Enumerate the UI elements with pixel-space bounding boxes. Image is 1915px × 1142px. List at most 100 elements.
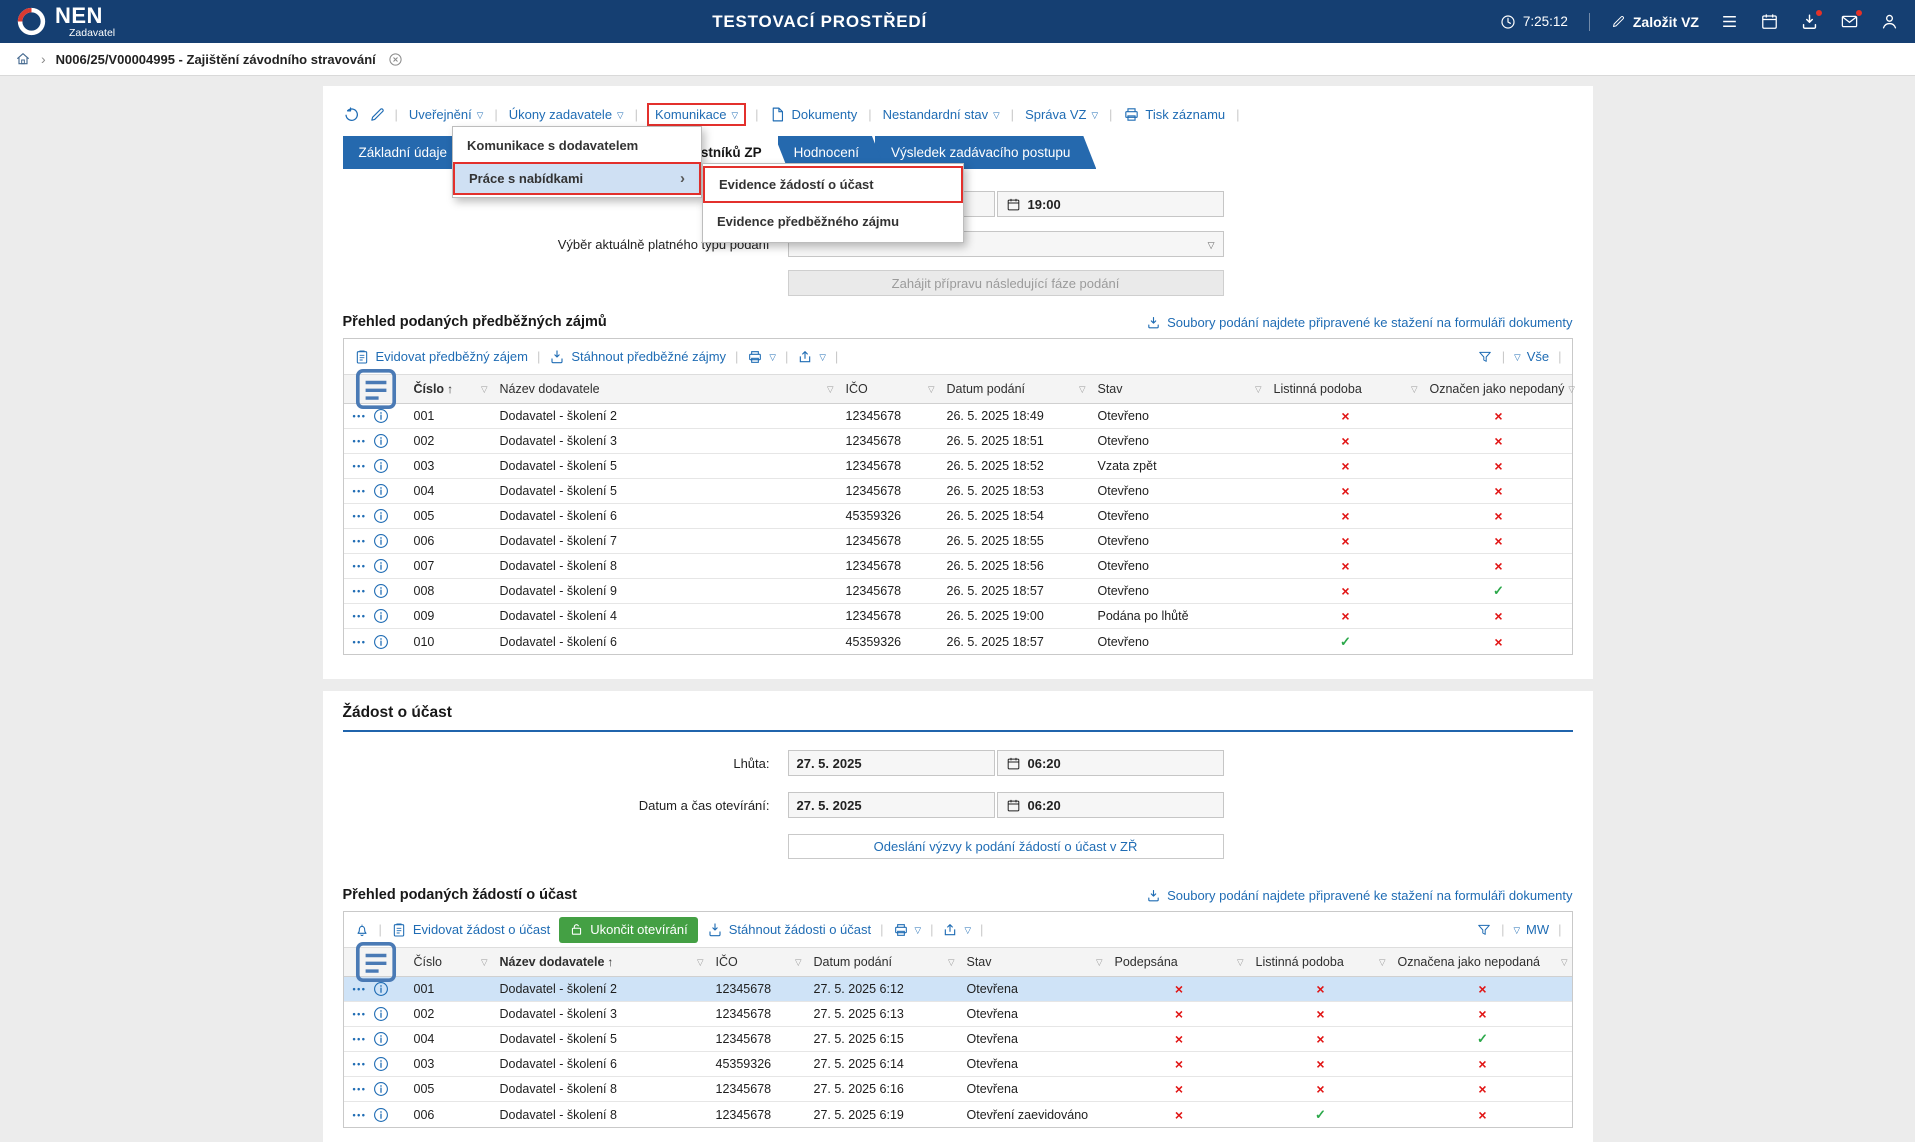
main-menu-button[interactable] — [1720, 12, 1739, 31]
export-grid-button[interactable]: ▽ — [942, 922, 971, 938]
stahnout-predbezne-zajmy-button[interactable]: Stáhnout předběžné zájmy — [549, 349, 726, 365]
row-menu-button[interactable]: ••• — [353, 411, 367, 421]
home-button[interactable] — [15, 51, 31, 67]
table-row[interactable]: •••002Dodavatel - školení 31234567827. 5… — [344, 1002, 1572, 1027]
column-header-oznacen-jako-nepodany[interactable]: Označen jako nepodaný▽ — [1424, 375, 1574, 403]
calendar-picker-icon[interactable] — [1006, 197, 1021, 212]
downloads-button[interactable] — [1800, 12, 1819, 31]
row-info-button[interactable] — [373, 408, 389, 424]
row-info-button[interactable] — [373, 1056, 389, 1072]
row-menu-button[interactable]: ••• — [353, 436, 367, 446]
row-menu-button[interactable]: ••• — [353, 486, 367, 496]
filter-icon[interactable] — [1477, 349, 1493, 365]
filter-caret-icon[interactable]: ▽ — [1564, 384, 1575, 395]
breadcrumb-close-button[interactable] — [388, 52, 403, 67]
row-info-button[interactable] — [373, 981, 389, 997]
evidovat-zadost-button[interactable]: Evidovat žádost o účast — [391, 922, 550, 938]
next-phase-button[interactable]: Zahájit přípravu následující fáze podání — [788, 270, 1224, 296]
requests-files-link[interactable]: Soubory podání najdete připravené ke sta… — [1146, 888, 1572, 903]
column-header-stav[interactable]: Stav▽ — [961, 948, 1109, 976]
column-header-ico[interactable]: IČO▽ — [840, 375, 941, 403]
table-row[interactable]: •••004Dodavatel - školení 51234567827. 5… — [344, 1027, 1572, 1052]
row-info-button[interactable] — [373, 533, 389, 549]
column-header-nazev-dodavatele[interactable]: Název dodavatele↑▽ — [494, 948, 710, 976]
table-row[interactable]: •••003Dodavatel - školení 64535932627. 5… — [344, 1052, 1572, 1077]
column-header-ico[interactable]: IČO▽ — [710, 948, 808, 976]
row-menu-button[interactable]: ••• — [353, 536, 367, 546]
view-select[interactable]: ▽ Vše — [1514, 349, 1549, 364]
row-menu-button[interactable]: ••• — [353, 1034, 367, 1044]
row-info-button[interactable] — [373, 483, 389, 499]
history-button[interactable] — [343, 106, 360, 123]
invite-button[interactable]: Odeslání výzvy k podání žádostí o účast … — [788, 834, 1224, 859]
row-menu-button[interactable]: ••• — [353, 637, 367, 647]
lhuta-date-input[interactable]: 27. 5. 2025 — [788, 750, 995, 776]
table-row[interactable]: •••004Dodavatel - školení 51234567826. 5… — [344, 479, 1572, 504]
table-row[interactable]: •••006Dodavatel - školení 71234567826. 5… — [344, 529, 1572, 554]
row-info-button[interactable] — [373, 458, 389, 474]
column-header-stav[interactable]: Stav▽ — [1092, 375, 1268, 403]
column-header-cislo[interactable]: Číslo↑▽ — [408, 375, 494, 403]
row-menu-button[interactable]: ••• — [353, 561, 367, 571]
row-info-button[interactable] — [373, 608, 389, 624]
column-chooser-icon[interactable] — [344, 948, 408, 976]
lhuta-time-input[interactable]: 06:20 — [997, 750, 1224, 776]
submenu-item-evidence-predbezneho-zajmu[interactable]: Evidence předběžného zájmu — [703, 203, 963, 240]
phase-deadline-time-input[interactable]: 19:00 — [997, 191, 1224, 217]
calendar-button[interactable] — [1760, 12, 1779, 31]
row-menu-button[interactable]: ••• — [353, 611, 367, 621]
filter-caret-icon[interactable]: ▽ — [1075, 384, 1086, 395]
filter-caret-icon[interactable]: ▽ — [477, 384, 488, 395]
edit-button[interactable] — [369, 106, 386, 123]
filter-caret-icon[interactable]: ▽ — [823, 384, 834, 395]
breadcrumb-record[interactable]: N006/25/V00004995 - Zajištění závodního … — [56, 52, 376, 67]
filter-caret-icon[interactable]: ▽ — [477, 957, 488, 968]
calendar-picker-icon[interactable] — [1006, 756, 1021, 771]
menu-item-komunikace-s-dodavatelem[interactable]: Komunikace s dodavatelem — [453, 129, 701, 162]
opening-date-input[interactable]: 27. 5. 2025 — [788, 792, 995, 818]
row-info-button[interactable] — [373, 558, 389, 574]
table-row[interactable]: •••002Dodavatel - školení 31234567826. 5… — [344, 429, 1572, 454]
filter-caret-icon[interactable]: ▽ — [693, 957, 704, 968]
messages-button[interactable] — [1840, 12, 1859, 31]
table-row[interactable]: •••010Dodavatel - školení 64535932626. 5… — [344, 629, 1572, 654]
toolbar-item-sprava-vz[interactable]: Správa VZ▽ — [1023, 104, 1100, 125]
export-grid-button[interactable]: ▽ — [797, 349, 826, 365]
row-info-button[interactable] — [373, 1006, 389, 1022]
row-menu-button[interactable]: ••• — [353, 1059, 367, 1069]
filter-icon[interactable] — [1476, 922, 1492, 938]
column-header-listinna-podoba[interactable]: Listinná podoba▽ — [1250, 948, 1392, 976]
row-menu-button[interactable]: ••• — [353, 586, 367, 596]
filter-caret-icon[interactable]: ▽ — [1375, 957, 1386, 968]
table-row[interactable]: •••001Dodavatel - školení 21234567826. 5… — [344, 404, 1572, 429]
table-row[interactable]: •••006Dodavatel - školení 81234567827. 5… — [344, 1102, 1572, 1127]
row-info-button[interactable] — [373, 583, 389, 599]
toolbar-item-dokumenty[interactable]: Dokumenty — [767, 103, 859, 126]
toolbar-item-uverejneni[interactable]: Uveřejnění▽ — [407, 104, 485, 125]
row-menu-button[interactable]: ••• — [353, 511, 367, 521]
column-header-podepsana[interactable]: Podepsána▽ — [1109, 948, 1250, 976]
row-info-button[interactable] — [373, 1031, 389, 1047]
toolbar-item-nestandardni-stav[interactable]: Nestandardní stav▽ — [881, 104, 1002, 125]
toolbar-item-tisk-zaznamu[interactable]: Tisk záznamu — [1121, 103, 1227, 126]
view-select[interactable]: ▽ MW — [1513, 922, 1549, 937]
toolbar-item-ukony-zadavatele[interactable]: Úkony zadavatele▽ — [507, 104, 626, 125]
column-header-datum-podani[interactable]: Datum podání▽ — [941, 375, 1092, 403]
column-chooser-icon[interactable] — [344, 375, 408, 403]
row-info-button[interactable] — [373, 433, 389, 449]
filter-caret-icon[interactable]: ▽ — [1557, 957, 1568, 968]
row-menu-button[interactable]: ••• — [353, 461, 367, 471]
row-info-button[interactable] — [373, 1081, 389, 1097]
ukoncit-otevirani-button[interactable]: Ukončit otevírání — [559, 917, 698, 943]
column-header-nazev-dodavatele[interactable]: Název dodavatele▽ — [494, 375, 840, 403]
column-header-listinna-podoba[interactable]: Listinná podoba▽ — [1268, 375, 1424, 403]
table-row[interactable]: •••001Dodavatel - školení 21234567827. 5… — [344, 977, 1572, 1002]
filter-caret-icon[interactable]: ▽ — [1251, 384, 1262, 395]
column-header-datum-podani[interactable]: Datum podání▽ — [808, 948, 961, 976]
filter-caret-icon[interactable]: ▽ — [791, 957, 802, 968]
create-vz-button[interactable]: Založit VZ — [1611, 14, 1699, 30]
column-header-cislo[interactable]: Číslo▽ — [408, 948, 494, 976]
row-menu-button[interactable]: ••• — [353, 1084, 367, 1094]
table-row[interactable]: •••007Dodavatel - školení 81234567826. 5… — [344, 554, 1572, 579]
menu-item-prace-s-nabidkami[interactable]: Práce s nabídkami› — [453, 162, 701, 195]
